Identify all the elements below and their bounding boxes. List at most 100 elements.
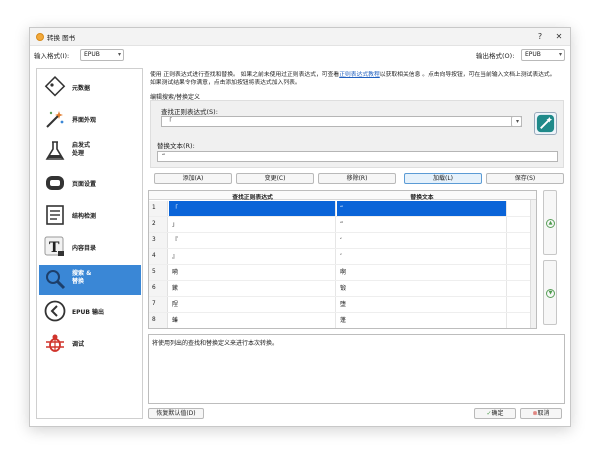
status-text-area: 将使用列出的查找和替换定义来进行本次转换。 bbox=[148, 334, 565, 404]
sidebar-item-structure[interactable]: 结构检测 bbox=[39, 201, 141, 231]
table-row[interactable]: 5嗬啊 bbox=[149, 265, 532, 281]
table-row[interactable]: 4』’ bbox=[149, 249, 532, 265]
remove-button[interactable]: 移除(R) bbox=[318, 173, 396, 184]
row-number: 2 bbox=[149, 217, 168, 232]
sidebar-item-epub-output[interactable]: EPUB 输出 bbox=[39, 297, 141, 327]
sidebar-item-page-setup[interactable]: 页面设置 bbox=[39, 169, 141, 199]
table-row[interactable]: 7陧堕 bbox=[149, 297, 532, 313]
add-button[interactable]: 添加(A) bbox=[154, 173, 232, 184]
structure-icon bbox=[46, 205, 64, 225]
find-cell: 鏉 bbox=[169, 281, 336, 296]
sidebar-item-label: 元数据 bbox=[72, 85, 91, 92]
table-row[interactable]: 8蝽蓬 bbox=[149, 313, 532, 328]
app-icon bbox=[36, 33, 44, 41]
reset-defaults-button[interactable]: 恢复默认值(D) bbox=[148, 408, 204, 419]
page-setup-icon bbox=[46, 176, 64, 190]
regex-label: 查找正则表达式(S): bbox=[161, 108, 218, 116]
column-header: 查找正则表达式 bbox=[232, 195, 273, 201]
replace-cell: ‘ bbox=[337, 233, 507, 248]
sidebar-item-metadata[interactable]: 元数据 bbox=[39, 73, 141, 103]
sidebar-item-search-replace[interactable]: 搜索 & 替换 bbox=[39, 265, 141, 295]
input-format-value: EPUB bbox=[84, 51, 100, 58]
sidebar-item-label: EPUB 输出 bbox=[72, 309, 105, 316]
sidebar-item-label: 结构检测 bbox=[72, 213, 97, 220]
replace-cell: 蓬 bbox=[337, 313, 507, 328]
chevron-down-icon: ▾ bbox=[117, 51, 121, 58]
move-buttons: ▲ ▼ bbox=[537, 190, 565, 329]
options-sidebar: 元数据 界面外观 启发式 处理 页面设置 结构检测 T 内容目录 搜索 & 替换… bbox=[36, 68, 143, 419]
look-and-feel-icon bbox=[46, 111, 64, 128]
save-button[interactable]: 保存(S) bbox=[486, 173, 564, 184]
toc-icon: T bbox=[44, 236, 64, 256]
wand-icon bbox=[536, 114, 555, 133]
replace-cell: ’ bbox=[337, 249, 507, 264]
heuristics-icon bbox=[45, 141, 65, 160]
definition-buttons: 添加(A) 变更(C) 移除(R) 加载(L) 保存(S) bbox=[150, 173, 564, 185]
regex-wizard-button[interactable] bbox=[534, 112, 557, 135]
row-number: 7 bbox=[149, 297, 168, 312]
table-row[interactable]: 6鏉锻 bbox=[149, 281, 532, 297]
title-bar: 转换 图书 ? ✕ bbox=[30, 28, 570, 46]
debug-icon bbox=[46, 334, 64, 352]
column-header: 替换文本 bbox=[410, 195, 434, 201]
description-text: 使用 正则表达式进行查找和替换。 如果之前未使用过正则表达式，可查看 bbox=[150, 72, 340, 78]
close-button[interactable]: ✕ bbox=[552, 30, 566, 43]
arrow-up-icon: ▲ bbox=[546, 219, 555, 228]
ok-button[interactable]: ✓确定 bbox=[474, 408, 516, 419]
regex-input[interactable]: 「 bbox=[161, 116, 522, 127]
sidebar-item-label: 内容目录 bbox=[72, 245, 97, 252]
regex-history-dropdown[interactable]: ▾ bbox=[511, 116, 522, 127]
definitions-table[interactable]: 查找正则表达式 替换文本 1 「“ 2」” 3 『‘ 4』’ 5嗬啊 6鏉锻 7陧堕… bbox=[148, 190, 537, 329]
replace-cell: ” bbox=[337, 217, 507, 232]
output-format-label: 输出格式(O): bbox=[476, 52, 515, 60]
epub-output-icon bbox=[44, 300, 66, 322]
replace-cell: 啊 bbox=[337, 265, 507, 280]
regex-tutorial-link[interactable]: 正则表达式教程 bbox=[339, 72, 380, 78]
row-number: 6 bbox=[149, 281, 168, 296]
metadata-icon bbox=[44, 76, 66, 97]
format-row: 输入格式(I): EPUB ▾ 输出格式(O): EPUB ▾ bbox=[30, 46, 570, 66]
find-cell: 嗬 bbox=[169, 265, 336, 280]
window-title: 转换 图书 bbox=[47, 34, 76, 42]
cancel-label: 取消 bbox=[537, 410, 550, 417]
replace-cell: 锻 bbox=[337, 281, 507, 296]
table-row[interactable]: 1 「“ bbox=[149, 201, 532, 217]
change-button[interactable]: 变更(C) bbox=[236, 173, 314, 184]
replace-cell: “ bbox=[337, 201, 507, 216]
panel-description: 使用 正则表达式进行查找和替换。 如果之前未使用过正则表达式，可查看正则表达式教… bbox=[150, 72, 562, 87]
sidebar-item-toc[interactable]: T 内容目录 bbox=[39, 233, 141, 263]
replace-label: 替换文本(R): bbox=[157, 142, 195, 150]
output-format-value: EPUB bbox=[525, 51, 541, 58]
chevron-down-icon: ▾ bbox=[558, 51, 562, 58]
load-button[interactable]: 加载(L) bbox=[404, 173, 482, 184]
find-cell: 蝽 bbox=[169, 313, 336, 328]
sidebar-item-heuristics[interactable]: 启发式 处理 bbox=[39, 137, 141, 167]
sidebar-item-label: 调试 bbox=[72, 341, 85, 348]
table-row[interactable]: 3 『‘ bbox=[149, 233, 532, 249]
find-cell: 」 bbox=[169, 217, 336, 232]
row-number: 3 bbox=[149, 233, 168, 248]
replace-cell: 堕 bbox=[337, 297, 507, 312]
output-format-select[interactable]: EPUB ▾ bbox=[521, 49, 565, 61]
input-format-select[interactable]: EPUB ▾ bbox=[80, 49, 124, 61]
search-replace-icon bbox=[46, 270, 66, 290]
find-cell: 「 bbox=[169, 201, 336, 216]
move-down-button[interactable]: ▼ bbox=[543, 260, 557, 325]
cancel-button[interactable]: ⊗取消 bbox=[520, 408, 562, 419]
table-row[interactable]: 2」” bbox=[149, 217, 532, 233]
find-cell: 』 bbox=[169, 249, 336, 264]
table-scrollbar[interactable] bbox=[530, 200, 536, 328]
convert-dialog: 转换 图书 ? ✕ 输入格式(I): EPUB ▾ 输出格式(O): EPUB … bbox=[29, 27, 571, 427]
sidebar-item-look-and-feel[interactable]: 界面外观 bbox=[39, 105, 141, 135]
edit-definition-group: 查找正则表达式(S): 「 ▾ 替换文本(R): “ bbox=[150, 100, 564, 168]
row-number: 5 bbox=[149, 265, 168, 280]
move-up-button[interactable]: ▲ bbox=[543, 190, 557, 255]
sidebar-item-debug[interactable]: 调试 bbox=[39, 329, 141, 359]
arrow-down-icon: ▼ bbox=[546, 289, 555, 298]
replace-input[interactable]: “ bbox=[157, 151, 558, 162]
ok-label: 确定 bbox=[491, 410, 504, 417]
row-number: 8 bbox=[149, 313, 168, 328]
find-cell: 陧 bbox=[169, 297, 336, 312]
help-button[interactable]: ? bbox=[533, 30, 547, 43]
sidebar-item-label: 搜索 & 替换 bbox=[72, 270, 92, 285]
